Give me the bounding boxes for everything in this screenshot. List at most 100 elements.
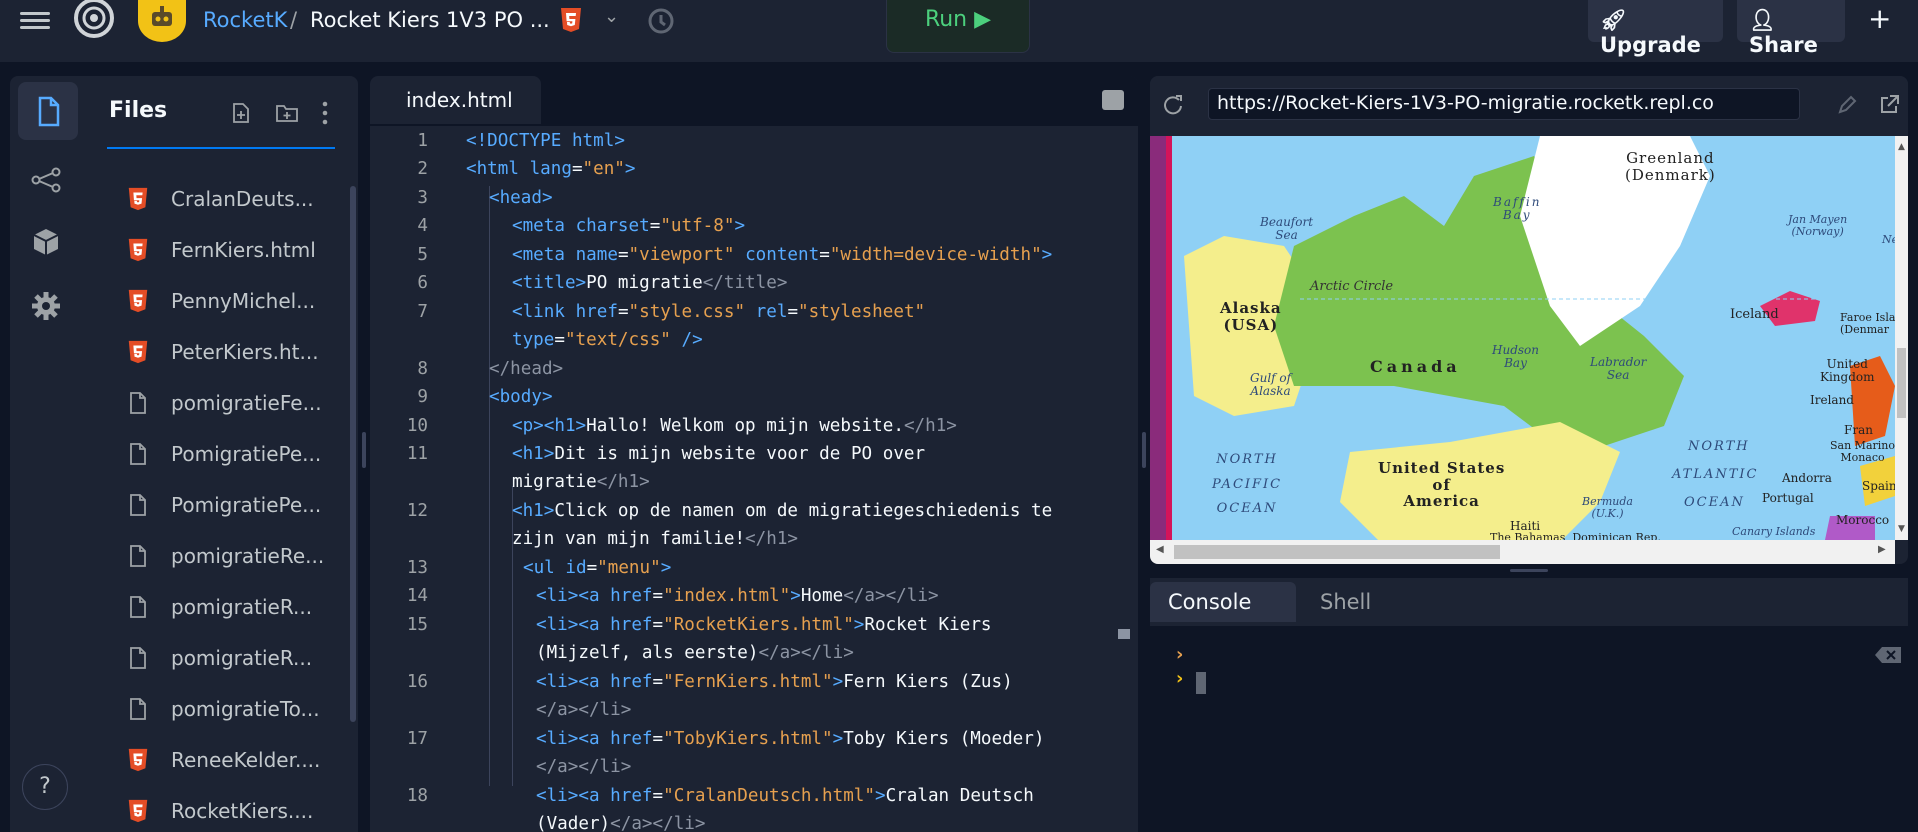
clear-console-icon[interactable] [1874,646,1902,664]
webview-vertical-scrollbar[interactable]: ▲ ▼ [1895,136,1908,540]
file-list-item[interactable]: CralanDeuts... [127,174,347,225]
replit-logo-icon[interactable] [68,0,118,40]
top-bar: RocketK / Rocket Kiers 1V3 PO ... ⌄ Run … [0,0,1918,63]
prompt-icon: › [1176,668,1184,689]
tab-label: index.html [406,88,513,112]
horizontal-scroll-thumb[interactable] [1174,545,1500,559]
line-number: 4 [417,216,428,236]
file-list-item[interactable]: PeterKiers.ht... [127,327,347,378]
line-number: 10 [406,416,428,436]
tab-shell[interactable]: Shell [1302,582,1402,622]
vertical-scroll-thumb[interactable] [1897,348,1906,418]
file-list-item[interactable]: pomigratieRe... [127,531,347,582]
files-scrollbar[interactable] [350,186,356,722]
file-name: pomigratieRe... [171,544,325,568]
code-line-13: <ul id="menu"> [523,558,672,578]
upgrade-button[interactable]: 🚀︎ Upgrade [1588,0,1723,57]
file-list-item[interactable]: pomigratieTo... [127,684,347,735]
webview-toolbar: https://Rocket-Kiers-1V3-PO-migratie.roc… [1150,76,1908,134]
code-line-7: <link href="style.css" rel="stylesheet" [512,302,926,322]
file-icon [127,697,149,721]
map-label-usa: United States of America [1378,459,1506,510]
scroll-right-icon[interactable]: ▶ [1878,544,1886,555]
file-icon [127,595,149,619]
map-label-greenland: Greenland (Denmark) [1625,149,1716,184]
line-number: 11 [406,444,428,464]
git-icon[interactable] [30,166,62,194]
panel-resize-handle[interactable] [1510,569,1548,572]
line-number: 18 [406,786,428,806]
share-button[interactable]: 👤︎ Share [1737,0,1845,57]
code-line-7-cont: type="text/css" /> [512,330,703,350]
scroll-down-icon[interactable]: ▼ [1898,524,1905,534]
console-output[interactable]: › › [1150,626,1908,832]
map-label-hudson: Hudson Bay [1492,343,1539,371]
code-line-11: <h1>Dit is mijn website voor de PO over [512,444,926,464]
file-name: pomigratieTo... [171,697,320,721]
chevron-down-icon[interactable]: ⌄ [604,6,619,27]
map-label-iceland: Iceland [1730,307,1779,322]
history-icon[interactable] [644,4,676,36]
add-icon[interactable]: + [1868,2,1891,35]
settings-icon[interactable] [30,290,62,322]
breadcrumb-user[interactable]: RocketK [203,8,287,32]
cursor [1196,672,1206,694]
map-label-north-atlantic-2: ATLANTIC [1672,467,1759,482]
code-area[interactable]: 1 2 3 4 5 6 7 8 9 10 11 12 13 14 15 16 17 18 <!DOCTYPE ht… [370,126,1138,832]
file-list-item[interactable]: FernKiers.html [127,225,347,276]
panel-resize-handle[interactable] [1142,432,1146,468]
open-new-tab-icon[interactable] [1878,94,1900,116]
line-number: 12 [406,501,428,521]
file-list-item[interactable]: pomigratieFe... [127,378,347,429]
minimap-toggle-icon[interactable] [1102,90,1124,110]
packages-icon[interactable] [30,226,62,258]
file-list-item[interactable]: ReneeKelder.... [127,735,347,786]
file-icon [127,544,149,568]
file-name: PomigratiePe... [171,493,322,517]
more-options-icon[interactable] [320,100,330,126]
menu-icon[interactable] [20,8,50,32]
map-label-beaufort: Beaufort Sea [1260,215,1314,243]
code-line-12-cont: zijn van mijn familie!</h1> [512,529,799,549]
tab-index-html[interactable]: index.html [370,76,541,124]
file-list-item[interactable]: pomigratieR... [127,633,347,684]
line-number: 6 [417,273,428,293]
file-name: RocketKiers.... [171,799,314,823]
help-button[interactable]: ? [22,764,68,810]
edit-url-icon[interactable] [1836,94,1858,116]
file-list-item[interactable]: PomigratiePe... [127,429,347,480]
panel-resize-handle[interactable] [362,432,366,468]
file-icon [127,493,149,517]
refresh-icon[interactable] [1162,94,1184,116]
prompt-history-icon: › [1176,644,1184,665]
map-label-alaska: Alaska (USA) [1220,299,1282,334]
file-list-item[interactable]: RocketKiers.... [127,786,347,832]
console-panel: Console Shell › › [1150,578,1908,832]
map-label-canada: Canada [1370,357,1461,376]
url-input[interactable]: https://Rocket-Kiers-1V3-PO-migratie.roc… [1208,88,1800,120]
webview-horizontal-scrollbar[interactable]: ◀ ▶ [1150,540,1895,564]
html5-icon [561,8,581,32]
repl-title[interactable]: Rocket Kiers 1V3 PO ... [310,8,550,32]
code-line-1: <!DOCTYPE html> [466,131,625,151]
code-scroll-marker[interactable] [1118,629,1130,639]
scroll-up-icon[interactable]: ▲ [1898,142,1905,152]
map-label-canary: Canary Islands [1732,525,1816,538]
scroll-left-icon[interactable]: ◀ [1156,544,1164,555]
tab-console[interactable]: Console [1150,582,1296,622]
line-number: 15 [406,615,428,635]
html5-icon [127,340,149,364]
new-folder-icon[interactable] [275,102,299,124]
new-file-icon[interactable] [230,102,252,124]
map-label-jan-mayen: Jan Mayen (Norway) [1788,213,1848,239]
upgrade-label: Upgrade [1600,33,1701,57]
run-button[interactable]: Run ▶ [886,0,1030,53]
map-label-labrador: Labrador Sea [1590,355,1647,383]
file-list-item[interactable]: pomigratieR... [127,582,347,633]
files-tool-button[interactable] [18,82,78,140]
console-tab-bar: Console Shell [1150,578,1908,626]
file-list-item[interactable]: PennyMichel... [127,276,347,327]
file-list-item[interactable]: PomigratiePe... [127,480,347,531]
code-line-16: <li><a href="FernKiers.html">Fern Kiers … [536,672,1013,692]
avatar[interactable] [138,0,186,42]
